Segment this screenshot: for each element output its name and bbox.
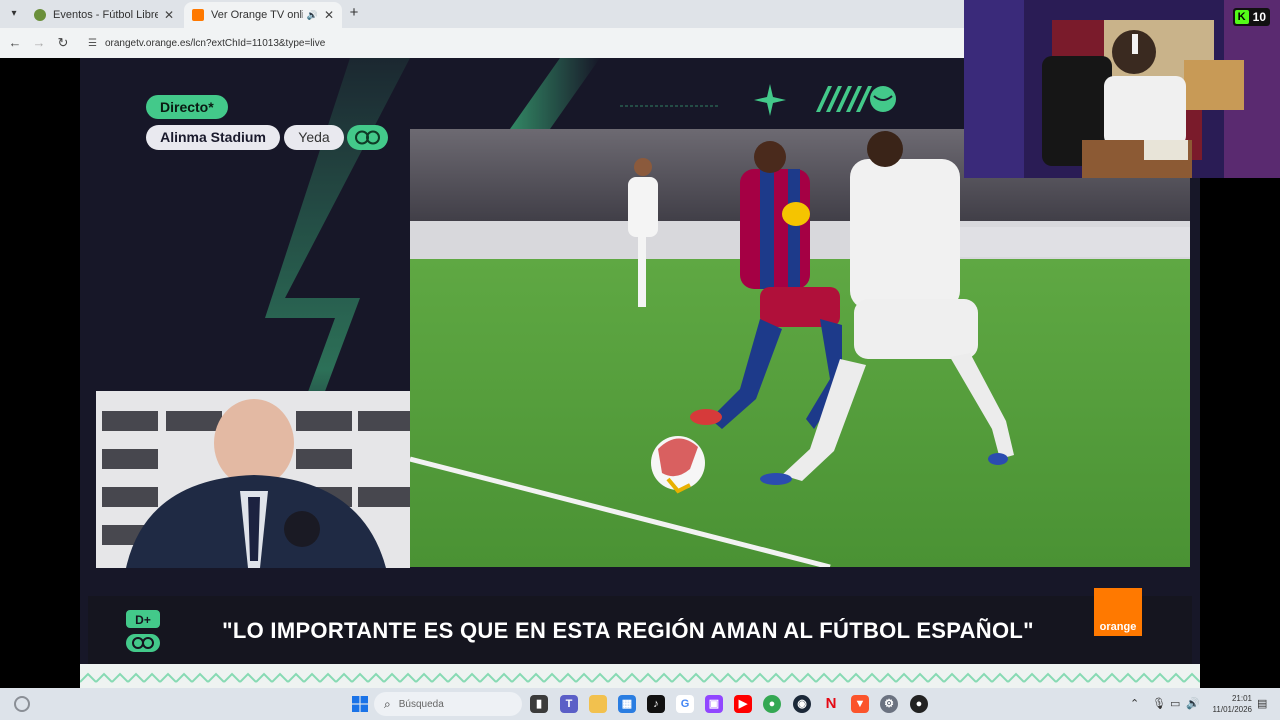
press-backdrop <box>96 391 410 568</box>
stadium-label: Alinma Stadium <box>146 125 280 150</box>
clock[interactable]: 21:01 11/01/2026 <box>1206 693 1252 715</box>
taskbar: ⌕ Búsqueda ▮ T ▦ ♪ G ▣ ▶ ● ◉ N ▼ ⚙ ● ⌃ 🎙… <box>0 688 1280 720</box>
network-icon[interactable]: ▭ <box>1170 697 1180 710</box>
tab-title: Eventos - Fútbol Libre TV <box>53 9 158 21</box>
url-text: orangetv.orange.es/lcn?extChId=11013&typ… <box>104 37 326 49</box>
search-placeholder: Búsqueda <box>398 698 444 710</box>
orange-brand-logo: orange <box>1094 588 1142 636</box>
task-view-icon[interactable]: ▮ <box>530 695 548 713</box>
chevron-up-icon[interactable]: ⌃ <box>1130 697 1139 710</box>
soccer-ball-icon <box>34 9 46 21</box>
tab-orange-tv[interactable]: Ver Orange TV online en tu 🔊 ✕ <box>184 2 342 28</box>
tiktok-icon[interactable]: ♪ <box>647 695 665 713</box>
streamer-webcam: K 10 <box>964 0 1280 178</box>
orange-logo-icon <box>192 9 204 21</box>
kick-icon: K <box>1234 10 1249 24</box>
orange-logo-text: orange <box>1099 621 1137 633</box>
reload-icon[interactable]: ↻ <box>54 34 72 52</box>
dazn-plus-logo-icon: D+ <box>126 610 160 652</box>
tab-title: Ver Orange TV online en tu <box>211 9 303 21</box>
taskbar-search[interactable]: ⌕ Búsqueda <box>374 692 522 716</box>
close-icon[interactable]: ✕ <box>324 8 334 22</box>
stripes-logo-icon <box>816 86 896 112</box>
kick-viewer-badge: K 10 <box>1232 8 1270 26</box>
speaker-icon[interactable]: 🔊 <box>307 10 318 21</box>
zigzag-pattern <box>80 664 1200 688</box>
forward-arrow-icon[interactable]: → <box>30 34 48 52</box>
tab-futbol-libre[interactable]: Eventos - Fútbol Libre TV ✕ <box>26 2 182 28</box>
match-video[interactable] <box>410 129 1190 567</box>
settings-icon[interactable]: ⚙ <box>880 695 898 713</box>
match-scene <box>410 129 1190 567</box>
widgets-icon[interactable] <box>14 696 30 712</box>
teams-icon[interactable]: T <box>560 695 578 713</box>
notification-icon[interactable]: ▤ <box>1257 697 1267 710</box>
volume-icon[interactable]: 🔊 <box>1186 697 1200 710</box>
twitch-icon[interactable]: ▣ <box>705 695 723 713</box>
app-icon[interactable]: ● <box>910 695 928 713</box>
clock-date: 11/01/2026 <box>1212 705 1252 714</box>
press-conference-video[interactable] <box>96 391 410 568</box>
lower-third-banner: D+ "LO IMPORTANTE ES QUE EN ESTA REGIÓN … <box>88 588 1192 666</box>
back-arrow-icon[interactable]: ← <box>6 34 24 52</box>
windows-start-icon[interactable] <box>352 696 368 712</box>
sparkle-icon <box>754 84 786 116</box>
site-info-icon[interactable]: ☰ <box>88 38 97 49</box>
steam-icon[interactable]: ◉ <box>793 695 811 713</box>
microphone-icon[interactable]: 🎙 <box>1152 697 1166 710</box>
live-badge: Directo* <box>146 95 228 119</box>
channel-logo-icon <box>347 125 388 150</box>
tab-search-chevron-icon[interactable]: ▾ <box>6 6 22 22</box>
headline-text: "LO IMPORTANTE ES QUE EN ESTA REGIÓN AMA… <box>222 618 1034 643</box>
netflix-icon[interactable]: N <box>822 695 840 713</box>
search-icon: ⌕ <box>384 696 391 711</box>
webcam-scene <box>964 0 1280 178</box>
close-icon[interactable]: ✕ <box>164 8 174 22</box>
google-icon[interactable]: G <box>676 695 694 713</box>
chrome-icon[interactable]: ● <box>763 695 781 713</box>
svg-text:D+: D+ <box>135 613 151 627</box>
store-icon[interactable]: ▦ <box>618 695 636 713</box>
file-explorer-icon[interactable] <box>589 695 607 713</box>
youtube-icon[interactable]: ▶ <box>734 695 752 713</box>
brave-icon[interactable]: ▼ <box>851 695 869 713</box>
new-tab-plus-icon[interactable]: + <box>346 5 362 21</box>
city-label: Yeda <box>284 125 344 150</box>
clock-time: 21:01 <box>1231 694 1252 703</box>
address-bar[interactable]: ☰ orangetv.orange.es/lcn?extChId=11013&t… <box>80 32 960 54</box>
viewer-count: 10 <box>1252 10 1266 24</box>
